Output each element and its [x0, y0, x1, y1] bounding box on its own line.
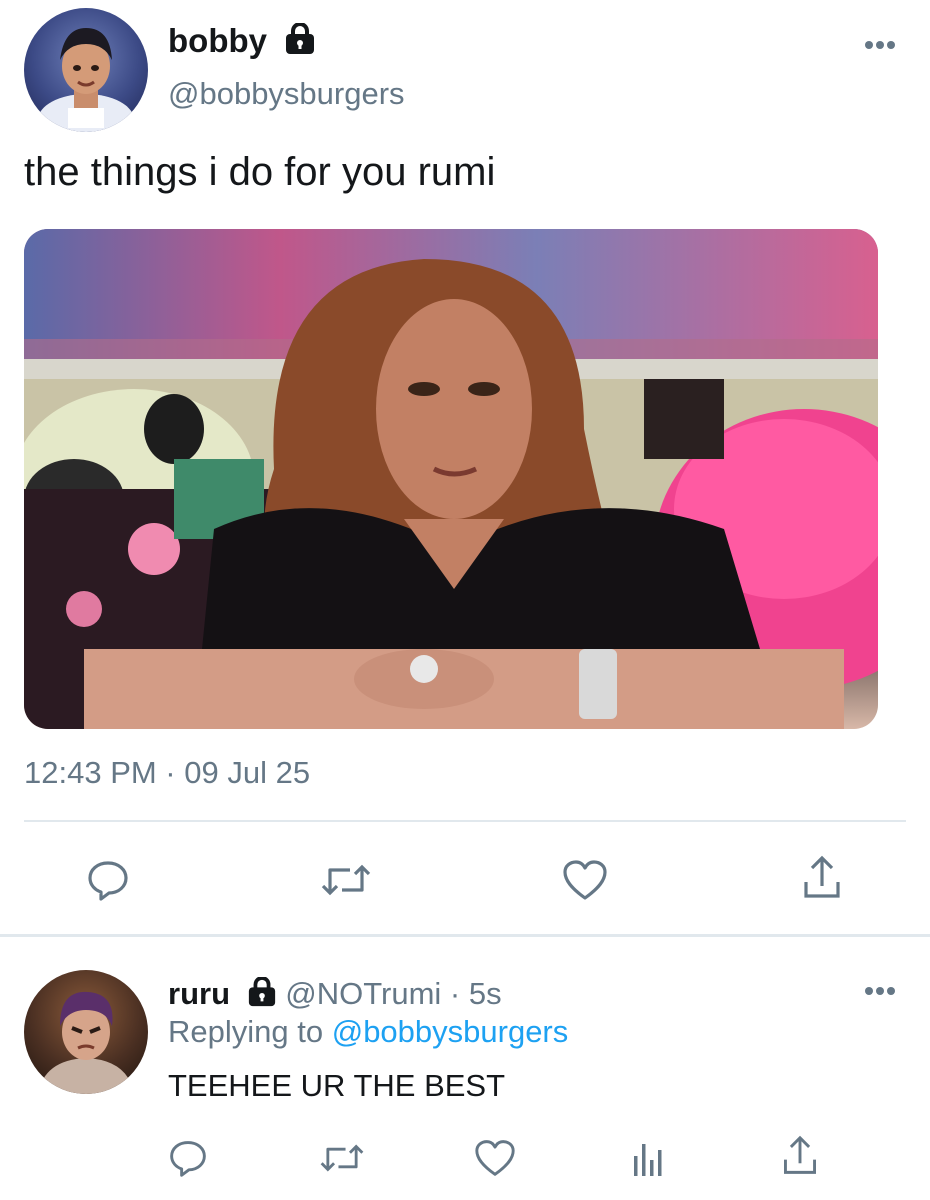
like-button[interactable]: [472, 1136, 518, 1180]
author-name-text: bobby: [168, 22, 267, 59]
tweet-media-image[interactable]: [24, 229, 878, 729]
avatar[interactable]: [24, 8, 148, 132]
more-options-icon[interactable]: [864, 984, 896, 1003]
replying-to: Replying to @bobbysburgers: [168, 1014, 568, 1050]
replying-prefix: Replying to: [168, 1014, 324, 1049]
reply-text: TEEHEE UR THE BEST: [168, 1068, 506, 1103]
analytics-icon: [634, 1144, 662, 1176]
mention-link[interactable]: @bobbysburgers: [332, 1014, 569, 1049]
media-photo: [24, 229, 878, 729]
separator: ·: [449, 976, 461, 1011]
like-button[interactable]: [560, 856, 610, 904]
reply-button[interactable]: [84, 856, 132, 904]
reply-icon: [88, 861, 128, 901]
retweet-button[interactable]: [318, 1136, 366, 1180]
avatar-illustration: [38, 28, 134, 132]
avatar-illustration: [38, 991, 134, 1094]
share-button[interactable]: [798, 852, 846, 904]
reply-header: ruru @NOTrumi · 5s: [168, 975, 502, 1015]
author-name[interactable]: ruru: [168, 976, 230, 1011]
author-handle[interactable]: @bobbysburgers: [168, 76, 405, 112]
retweet-icon: [321, 864, 371, 896]
section-divider: [0, 934, 930, 937]
tweet-text: the things i do for you rumi: [24, 150, 496, 194]
share-icon: [804, 855, 840, 898]
lock-icon: [284, 22, 316, 63]
retweet-button[interactable]: [320, 856, 372, 904]
analytics-button[interactable]: [628, 1136, 668, 1180]
reply-icon: [170, 1141, 206, 1177]
tweet-timestamp[interactable]: 12:43 PM · 09 Jul 25: [24, 755, 310, 791]
reply-button[interactable]: [166, 1136, 210, 1180]
like-icon: [563, 860, 607, 900]
divider: [24, 820, 906, 822]
retweet-icon: [320, 1144, 364, 1172]
more-options-icon[interactable]: [864, 38, 896, 57]
reply-time[interactable]: 5s: [469, 976, 502, 1011]
like-icon: [475, 1140, 515, 1176]
author-handle[interactable]: @NOTrumi: [285, 976, 441, 1011]
lock-icon: [247, 975, 277, 1015]
share-button[interactable]: [778, 1132, 822, 1180]
avatar[interactable]: [24, 970, 148, 1094]
author-name[interactable]: bobby: [168, 22, 316, 63]
share-icon: [784, 1135, 816, 1174]
